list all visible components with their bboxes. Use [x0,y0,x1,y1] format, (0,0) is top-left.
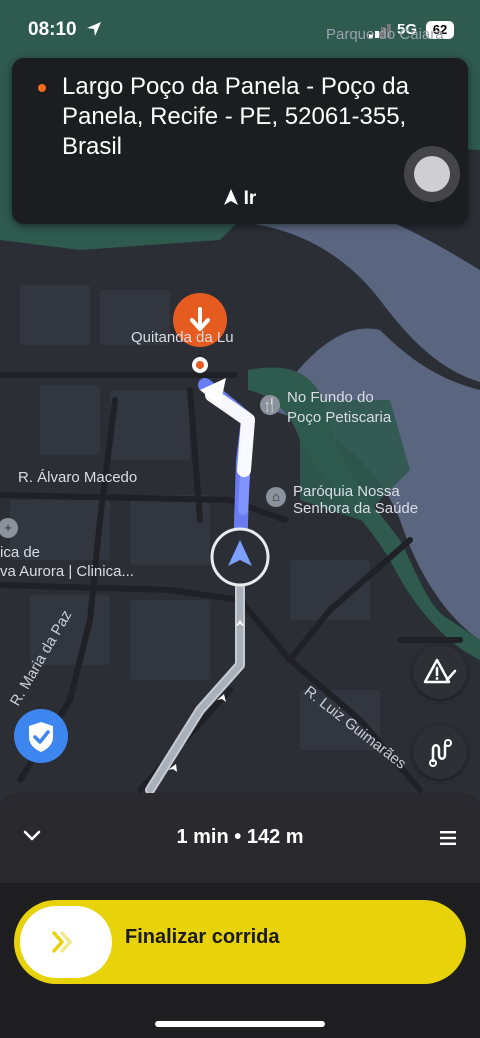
slider-handle[interactable] [20,906,112,978]
menu-icon[interactable] [440,831,456,845]
assistive-touch-button[interactable] [404,146,460,202]
shield-check-icon [29,722,53,752]
trip-eta: 1 min • 142 m [176,826,304,848]
home-indicator[interactable] [155,1021,325,1027]
safety-shield-button[interactable] [14,709,68,763]
double-chevron-right-icon [52,931,72,953]
destination-dot-icon [38,84,46,92]
map-label-church-line2: Senhora da Saúde [293,500,419,517]
map-label-street-alvaro: R. Álvaro Macedo [18,469,138,486]
assistive-touch-inner [414,156,450,192]
route-options-button[interactable] [413,725,467,779]
route-options-icon [429,739,452,767]
warning-report-icon [423,658,457,684]
map-label-clinic-line2: va Aurora | Clinica... [0,563,134,580]
report-incident-button[interactable] [413,645,467,699]
navigation-arrow-icon [223,189,238,205]
go-label: Ir [243,188,257,209]
map-label-restaurant-line1: No Fundo do [287,389,374,406]
go-button[interactable]: Ir [12,188,468,210]
trip-summary-bar: 1 min • 142 m [0,793,480,883]
finish-ride-label: Finalizar corrida [125,926,280,948]
map-label-restaurant-line2: Poço Petiscaria [287,409,392,426]
church-icon: ⌂ [266,487,286,507]
destination-card[interactable]: Largo Poço da Panela - Poço da Panela, R… [12,58,468,224]
restaurant-icon: 🍴 [260,395,280,415]
map-label-destination: Quitanda da Lu [131,329,234,346]
destination-address: Largo Poço da Panela - Poço da Panela, R… [62,73,409,160]
finish-ride-slider[interactable]: Finalizar corrida [14,900,466,984]
status-time: 08:10 [28,19,77,40]
location-arrow-icon [87,22,101,36]
map-label-park: Parque do Caiara [326,26,444,43]
map-label-clinic-line1: ica de [0,544,41,561]
